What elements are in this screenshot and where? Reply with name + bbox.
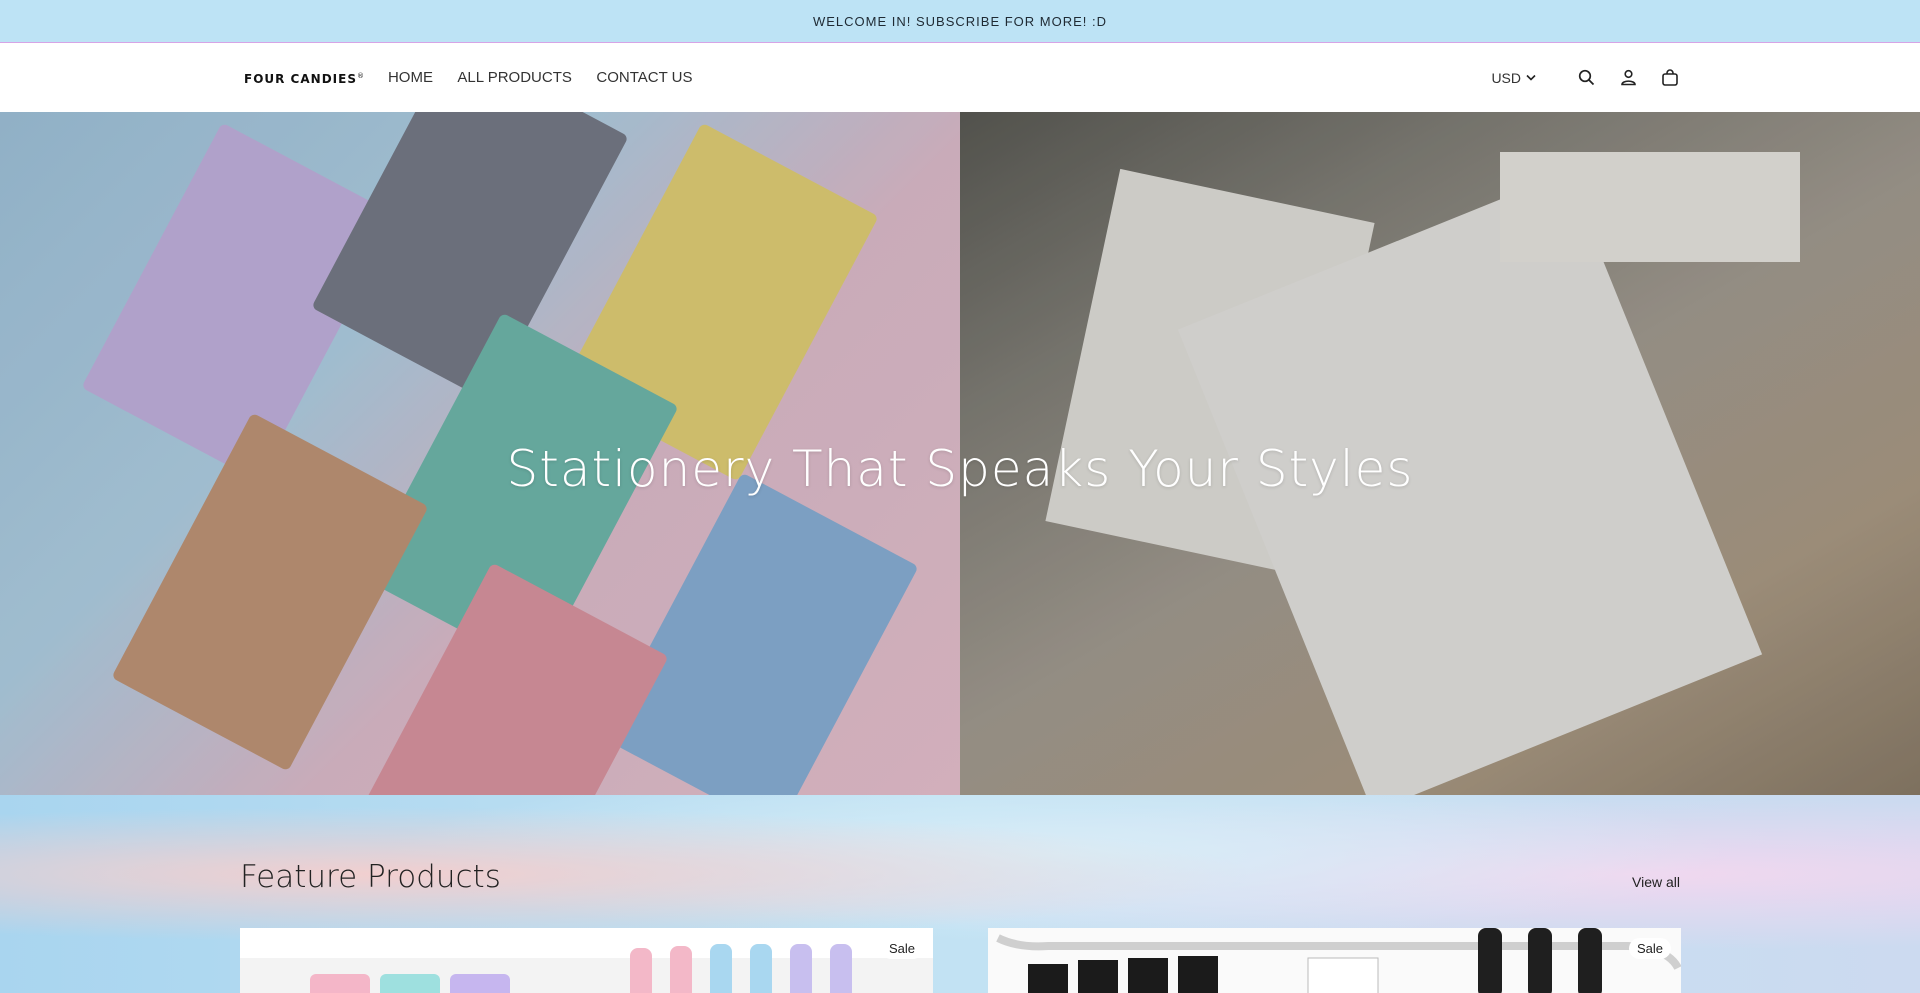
product-card[interactable]: Sale <box>240 928 933 993</box>
hero-title: Stationery That Speaks Your Styles <box>506 440 1414 498</box>
view-all-link[interactable]: View all <box>1632 874 1680 890</box>
announcement-bar: WELCOME IN! SUBSCRIBE FOR MORE! :D <box>0 0 1920 43</box>
header-left: FOUR CANDIES® HOME ALL PRODUCTS CONTACT … <box>244 69 712 87</box>
product-image <box>988 928 1681 993</box>
currency-selector[interactable]: USD <box>1491 70 1536 86</box>
currency-label: USD <box>1491 69 1521 86</box>
feature-products-section: Feature Products View all Sale Sale <box>0 795 1920 993</box>
sale-badge: Sale <box>880 938 923 959</box>
section-title: Feature Products <box>240 859 501 895</box>
product-card[interactable]: Sale <box>988 928 1681 993</box>
logo-mark: ® <box>356 72 365 80</box>
account-icon[interactable] <box>1618 68 1638 88</box>
header-right: USD <box>1491 68 1680 88</box>
nav-all-products[interactable]: ALL PRODUCTS <box>457 69 571 86</box>
logo-text: FOUR CANDIES <box>244 72 357 86</box>
cart-icon[interactable] <box>1660 68 1680 88</box>
nav-home[interactable]: HOME <box>388 69 433 86</box>
chevron-down-icon <box>1526 74 1536 81</box>
nav-contact-us[interactable]: CONTACT US <box>596 69 692 86</box>
product-image <box>240 944 933 993</box>
site-header: FOUR CANDIES® HOME ALL PRODUCTS CONTACT … <box>0 43 1920 112</box>
sale-badge: Sale <box>1628 938 1671 959</box>
main-nav: HOME ALL PRODUCTS CONTACT US <box>388 69 713 87</box>
announcement-text: WELCOME IN! SUBSCRIBE FOR MORE! :D <box>812 13 1108 29</box>
search-icon[interactable] <box>1576 68 1596 88</box>
hero-banner[interactable]: Stationery That Speaks Your Styles <box>0 112 1920 795</box>
logo[interactable]: FOUR CANDIES® <box>244 72 365 86</box>
